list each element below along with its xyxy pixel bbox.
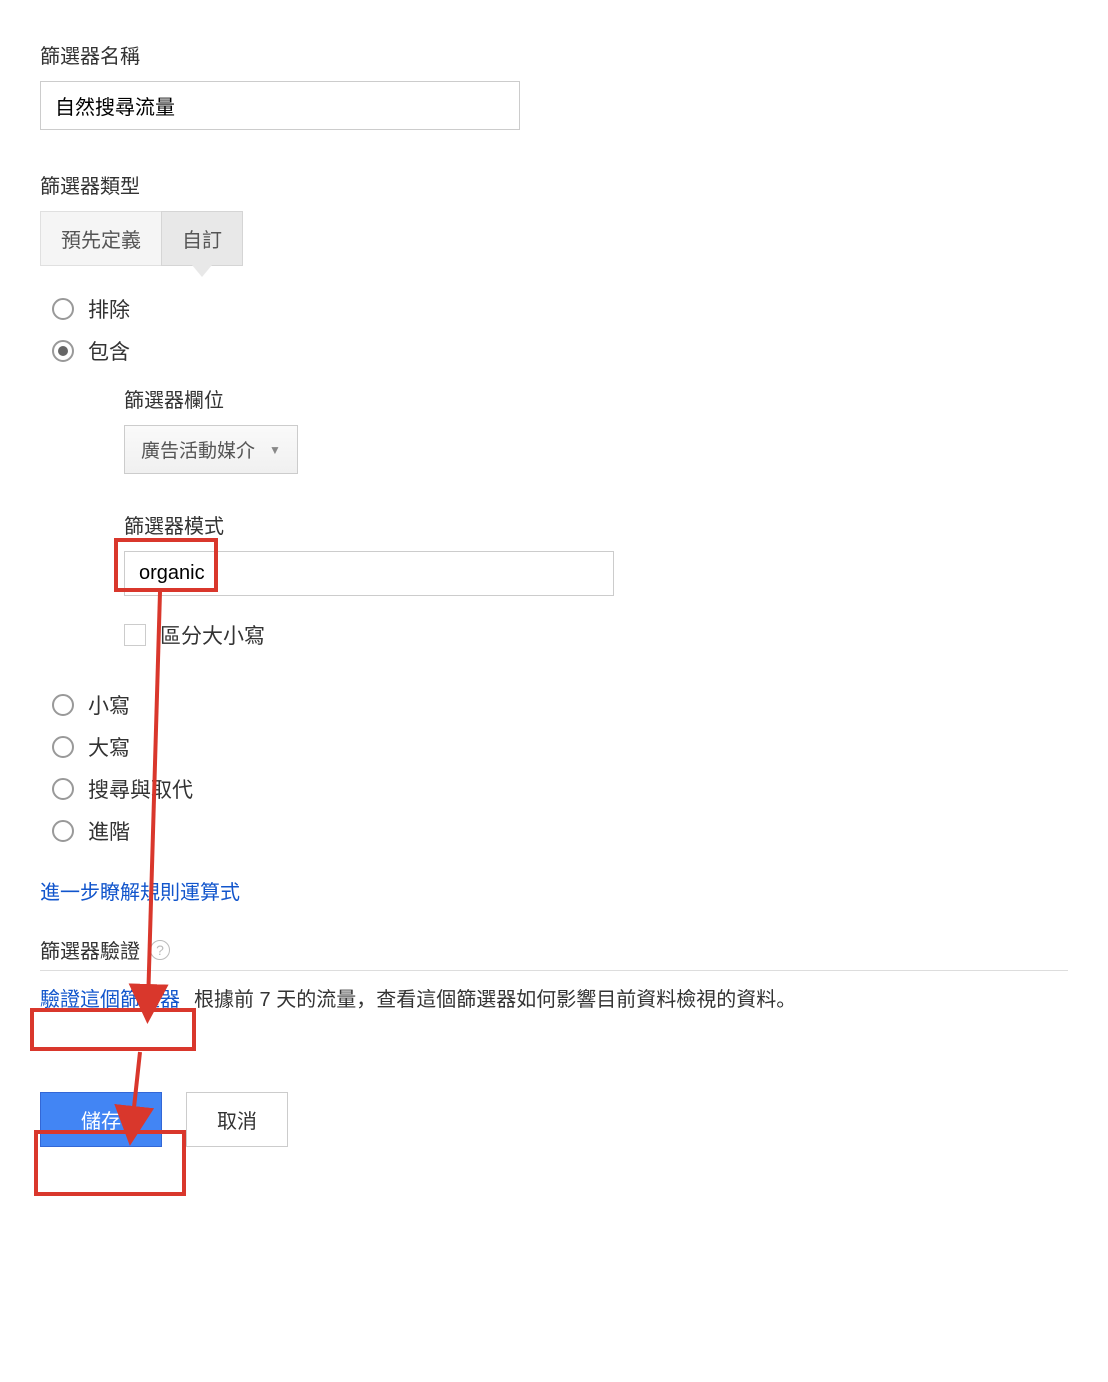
cancel-button[interactable]: 取消	[186, 1092, 288, 1147]
radio-search-replace[interactable]	[52, 778, 74, 800]
caret-down-icon: ▼	[269, 443, 281, 457]
annotation-highlight-verify	[30, 1008, 196, 1051]
filter-verify-label: 篩選器驗證	[40, 935, 140, 964]
radio-exclude-label: 排除	[88, 294, 130, 324]
radio-uppercase[interactable]	[52, 736, 74, 758]
radio-include[interactable]	[52, 340, 74, 362]
radio-include-label: 包含	[88, 336, 130, 366]
case-sensitive-label: 區分大小寫	[160, 620, 265, 650]
filter-pattern-input[interactable]	[124, 551, 614, 596]
filter-pattern-label: 篩選器模式	[124, 510, 1068, 539]
learn-more-link[interactable]: 進一步瞭解規則運算式	[40, 882, 240, 904]
radio-advanced-label: 進階	[88, 816, 130, 846]
radio-lowercase[interactable]	[52, 694, 74, 716]
filter-field-label: 篩選器欄位	[124, 384, 1068, 413]
filter-name-label: 篩選器名稱	[40, 40, 1068, 69]
radio-exclude[interactable]	[52, 298, 74, 320]
case-sensitive-checkbox[interactable]	[124, 624, 146, 646]
tab-predefined[interactable]: 預先定義	[40, 211, 162, 266]
filter-type-label: 篩選器類型	[40, 170, 1068, 199]
verify-filter-link[interactable]: 驗證這個篩選器	[40, 983, 180, 1012]
radio-advanced[interactable]	[52, 820, 74, 842]
filter-field-select[interactable]: 廣告活動媒介 ▼	[124, 425, 298, 474]
radio-uppercase-label: 大寫	[88, 732, 130, 762]
verify-description: 根據前 7 天的流量，查看這個篩選器如何影響目前資料檢視的資料。	[194, 983, 796, 1012]
filter-name-input[interactable]	[40, 81, 520, 130]
filter-field-selected: 廣告活動媒介	[141, 436, 255, 463]
help-icon[interactable]: ?	[150, 940, 170, 960]
radio-search-replace-label: 搜尋與取代	[88, 774, 193, 804]
radio-lowercase-label: 小寫	[88, 690, 130, 720]
tab-custom[interactable]: 自訂	[161, 211, 243, 266]
save-button[interactable]: 儲存	[40, 1092, 162, 1147]
